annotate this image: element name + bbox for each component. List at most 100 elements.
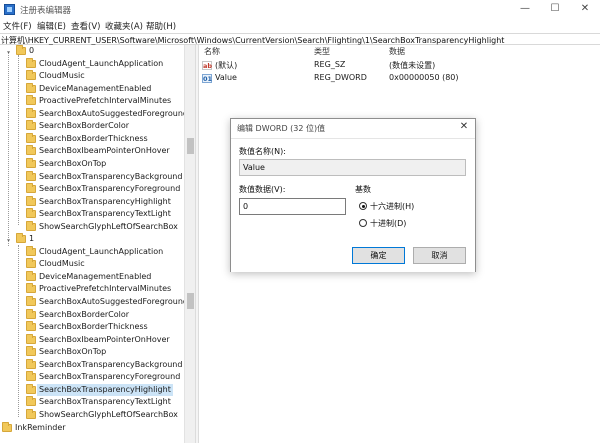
tree-key-item[interactable]: SearchBoxBorderColor [26,308,184,322]
tree-key-item[interactable]: SearchBoxIbeamPointerOnHover [26,145,184,158]
tree-key-item[interactable]: ShowSearchGlyphLeftOfSearchBox [26,220,184,234]
value-row[interactable]: 01 Value REG_DWORD 0x00000050 (80) [199,73,499,85]
tree-key-item[interactable]: SearchBoxTransparencyBackground [26,358,184,372]
tree-item-label: CloudMusic [39,71,85,81]
tree-key-item[interactable]: SearchBoxAutoSuggestedForegroundColor [26,296,195,309]
tree-item-label: CloudAgent_LaunchApplication [39,58,164,68]
address-bar[interactable]: 计算机\HKEY_CURRENT_USER\Software\Microsoft… [0,33,600,45]
tree-key-inkreminder[interactable]: InkReminder [2,421,184,435]
tree-item-label: SearchBoxBorderThickness [39,133,148,143]
minimize-button[interactable]: — [510,0,540,19]
folder-icon [26,132,36,143]
tree-item-label: CloudAgent_LaunchApplication [39,246,164,256]
maximize-button[interactable]: ☐ [540,0,570,19]
hex-radio-label[interactable]: 十六进制(H) [370,201,414,212]
value-name: Value [215,73,237,82]
tree-key-item[interactable]: CloudAgent_LaunchApplication [26,57,184,71]
hex-radio[interactable] [359,202,367,210]
folder-icon [26,183,36,194]
tree-key-item[interactable]: SearchBoxBorderThickness [26,132,184,146]
dword-value-icon: 01 [202,74,213,83]
menu-favorites[interactable]: 收藏夹(A) [105,20,143,32]
tree-key-item[interactable]: CloudMusic [26,258,184,271]
chevron-down-icon[interactable]: ⌄ [5,48,12,55]
tree-node-0[interactable]: ⌄ 0 [6,45,184,58]
tree-item-label: SearchBoxAutoSuggestedForegroundColor [39,297,195,306]
tree-key-item[interactable]: SearchBoxAutoSuggestedForegroundCo [26,107,195,121]
tree-key-item-selected[interactable]: SearchBoxTransparencyHighlight [26,383,184,397]
cancel-button[interactable]: 取消 [413,247,466,264]
ok-button[interactable]: 确定 [352,247,405,264]
tree-key-item[interactable]: SearchBoxBorderThickness [26,321,184,334]
tree-item-label: ProactivePrefetchIntervalMinutes [39,96,172,106]
tree-item-label: SearchBoxAutoSuggestedForegroundCo [39,108,195,118]
folder-icon [26,145,36,156]
tree-key-item[interactable]: CloudAgent_LaunchApplication [26,245,184,259]
dialog-close-icon[interactable]: ✕ [458,121,470,133]
tree-key-item[interactable]: SearchBoxTransparencyBackground [26,170,184,184]
tree-item-label: SearchBoxOnTop [39,347,107,357]
tree-item-label: DeviceManagementEnabled [39,271,152,281]
tree-key-item[interactable]: SearchBoxTransparencyTextLight [26,208,184,221]
tree-key-item[interactable]: SearchBoxTransparencyHighlight [26,195,184,209]
base-group-label: 基数 [355,185,371,194]
tree-key-item[interactable]: DeviceManagementEnabled [26,270,184,284]
folder-icon [26,170,36,181]
menu-edit[interactable]: 编辑(E) [37,20,66,32]
value-row[interactable]: ab (默认) REG_SZ (数值未设置) [199,60,499,72]
tree-key-item[interactable]: CloudMusic [26,70,184,83]
tree-scrollbar[interactable] [184,45,195,443]
tree-item-label: SearchBoxBorderColor [39,309,130,319]
menu-help[interactable]: 帮助(H) [146,20,176,32]
tree-item-label: SearchBoxTransparencyForeground [39,372,181,382]
tree-connector-line [18,245,19,417]
folder-icon [26,57,36,68]
value-data: 0x00000050 (80) [389,73,459,82]
dialog-title: 编辑 DWORD (32 位)值 [237,124,326,133]
column-header-data[interactable]: 数据 [389,46,405,57]
tree-scroll-thumb[interactable] [187,293,194,309]
tree-key-item[interactable]: SearchBoxOnTop [26,346,184,359]
tree-item-label: SearchBoxIbeamPointerOnHover [39,334,170,344]
folder-icon [26,296,36,306]
tree-key-item[interactable]: ProactivePrefetchIntervalMinutes [26,95,184,108]
chevron-down-icon[interactable]: ⌄ [5,236,12,243]
folder-icon [26,408,36,419]
edit-dword-dialog: 编辑 DWORD (32 位)值 ✕ 数值名称(N): Value 数值数据(V… [230,118,476,272]
menu-file[interactable]: 文件(F) [3,20,32,32]
tree-key-item[interactable]: SearchBoxOnTop [26,157,184,171]
tree-key-item[interactable]: DeviceManagementEnabled [26,82,184,96]
folder-icon [26,396,36,407]
tree-item-label: CloudMusic [39,259,85,269]
folder-icon [26,82,36,93]
tree-item-label: SearchBoxIbeamPointerOnHover [39,146,170,156]
folder-icon [26,95,36,106]
menu-view[interactable]: 查看(V) [71,20,100,32]
decimal-radio-label[interactable]: 十进制(D) [370,218,406,229]
value-data: (数值未设置) [389,61,436,70]
column-header-name[interactable]: 名称 [204,46,220,57]
tree-key-item[interactable]: SearchBoxIbeamPointerOnHover [26,333,184,347]
key-tree-pane[interactable]: ⌄ 0 CloudAgent_LaunchApplication CloudMusic… [0,45,195,443]
value-name-field[interactable]: Value [239,159,466,176]
tree-key-item[interactable]: SearchBoxTransparencyTextLight [26,396,184,409]
column-header-type[interactable]: 类型 [314,46,330,57]
tree-scroll-thumb[interactable] [187,138,194,154]
close-button[interactable]: ✕ [570,0,600,19]
tree-node-1[interactable]: ⌄ 1 [6,233,184,246]
folder-icon [26,120,36,131]
tree-key-item[interactable]: ShowSearchGlyphLeftOfSearchBox [26,408,184,422]
folder-icon [16,233,26,244]
tree-key-item[interactable]: SearchBoxTransparencyForeground [26,371,184,384]
decimal-radio[interactable] [359,219,367,227]
folder-icon [26,195,36,206]
tree-key-item[interactable]: ProactivePrefetchIntervalMinutes [26,283,184,296]
tree-item-label: DeviceManagementEnabled [39,83,152,93]
folder-icon [26,358,36,369]
tree-key-item[interactable]: SearchBoxTransparencyForeground [26,183,184,196]
folder-icon [26,371,36,382]
tree-key-item[interactable]: SearchBoxBorderColor [26,120,184,133]
folder-icon [26,270,36,281]
folder-icon [26,258,36,269]
value-data-field[interactable]: 0 [239,198,346,215]
